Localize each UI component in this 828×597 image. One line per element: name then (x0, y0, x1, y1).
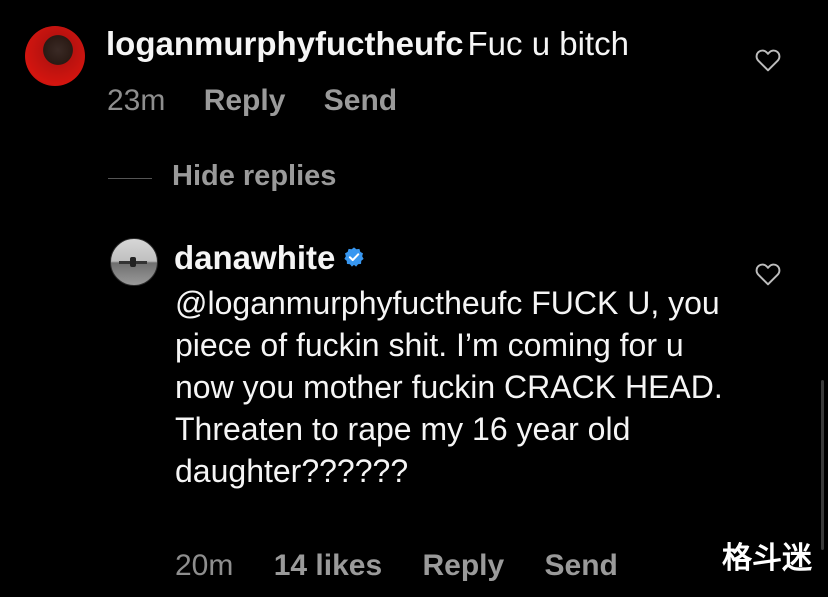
send-button[interactable]: Send (545, 549, 618, 583)
comment-username[interactable]: loganmurphyfuctheufc (106, 25, 464, 62)
send-button[interactable]: Send (324, 84, 397, 118)
likes-count-button[interactable]: 14 likes (274, 549, 382, 583)
divider-line (108, 178, 152, 179)
watermark-text: 格斗迷 (722, 541, 812, 576)
scrollbar[interactable] (821, 380, 824, 550)
reply-meta: 20m 14 likes Reply Send (175, 549, 618, 583)
avatar[interactable] (110, 238, 158, 286)
reply-username[interactable]: danawhite (174, 239, 335, 276)
verified-badge-icon (344, 247, 364, 267)
avatar-figure-shape (130, 257, 136, 267)
comment-body: Fuc u bitch (467, 25, 629, 62)
hide-replies-button[interactable]: Hide replies (172, 160, 336, 193)
reply-button[interactable]: Reply (204, 84, 286, 118)
comment-timestamp: 23m (107, 84, 166, 117)
comment-meta: 23m Reply Send (107, 84, 397, 118)
reply-button[interactable]: Reply (422, 549, 504, 583)
avatar[interactable] (25, 26, 85, 86)
heart-icon[interactable] (755, 48, 781, 72)
reply-body: @loganmurphyfuctheufc FUCK U, you piece … (175, 285, 723, 489)
reply-user-line: danawhite (174, 238, 365, 278)
comment-text-line: loganmurphyfuctheufc Fuc u bitch (106, 24, 629, 64)
heart-icon[interactable] (755, 262, 781, 286)
reply-timestamp: 20m (175, 549, 234, 582)
